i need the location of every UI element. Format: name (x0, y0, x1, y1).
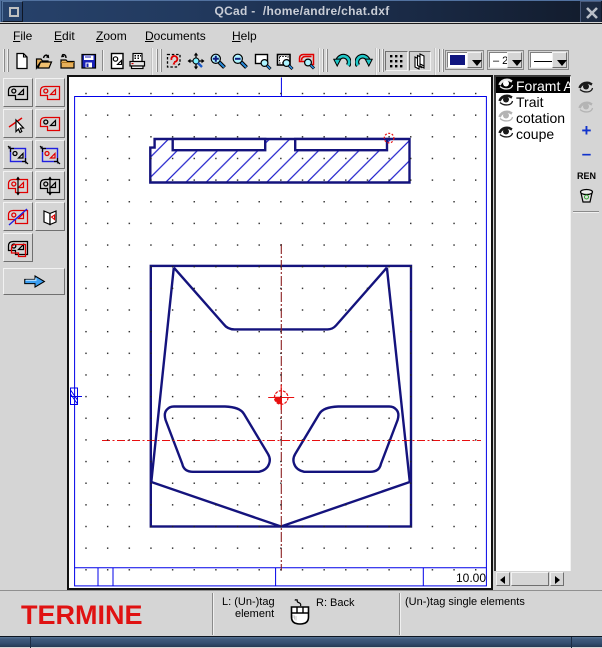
svg-text:10.00: 10.00 (456, 571, 486, 585)
